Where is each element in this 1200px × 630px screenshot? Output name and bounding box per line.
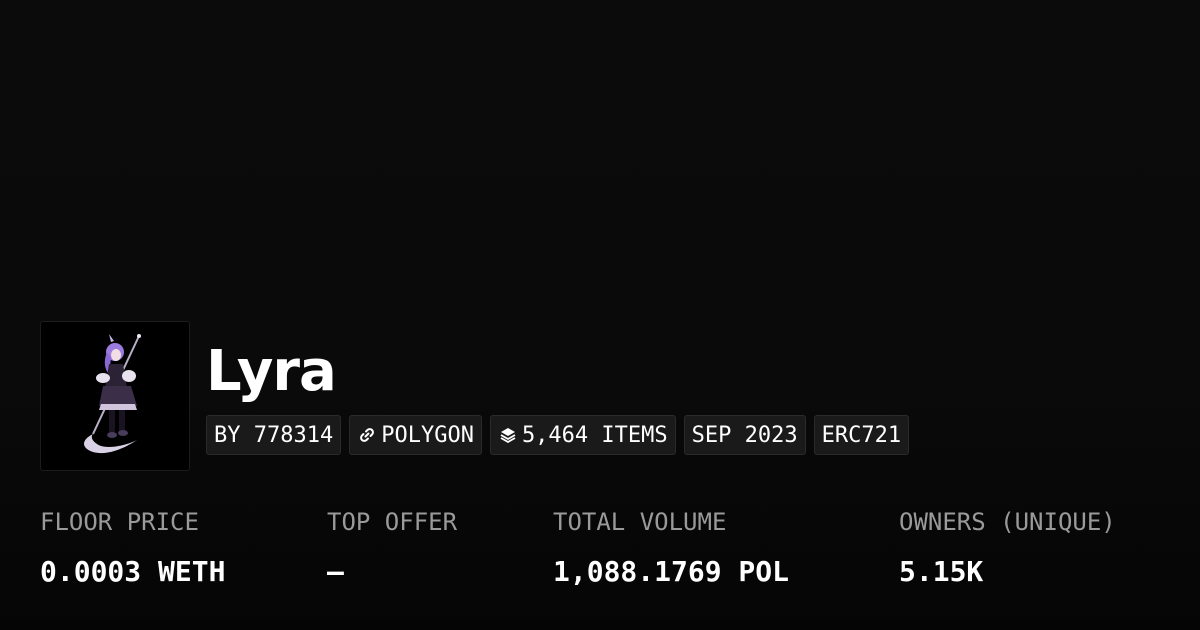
stat-label: FLOOR PRICE	[40, 508, 199, 536]
stat-value: 0.0003 WETH	[40, 555, 226, 588]
stat-label: TOP OFFER	[327, 508, 458, 536]
stat-top-offer: TOP OFFER —	[327, 505, 457, 591]
date-badge: SEP 2023	[683, 415, 806, 455]
stat-owners: OWNERS (UNIQUE) 5.15K	[899, 505, 1116, 591]
stat-floor-price: FLOOR PRICE 0.0003 WETH	[40, 505, 225, 591]
items-badge-label: 5,464 ITEMS	[521, 422, 668, 448]
layers-icon	[498, 425, 518, 445]
collection-title: Lyra	[206, 339, 337, 404]
stat-label: TOTAL VOLUME	[553, 508, 727, 536]
stat-value: —	[327, 555, 344, 588]
chain-badge[interactable]: POLYGON	[349, 415, 482, 455]
standard-badge-label: ERC721	[821, 422, 902, 448]
chain-badge-label: POLYGON	[381, 422, 474, 448]
collection-badges: BY 778314 POLYGON 5,464 ITEMS SEP 2023 E…	[206, 415, 910, 455]
stat-label: OWNERS (UNIQUE)	[899, 508, 1116, 536]
stat-value: 1,088.1769 POL	[553, 555, 790, 588]
creator-badge[interactable]: BY 778314	[206, 415, 342, 455]
items-badge[interactable]: 5,464 ITEMS	[489, 415, 676, 455]
stat-total-volume: TOTAL VOLUME 1,088.1769 POL	[553, 505, 789, 591]
stat-value: 5.15K	[899, 555, 984, 588]
anime-character-icon	[84, 334, 141, 454]
collection-stats: FLOOR PRICE 0.0003 WETH TOP OFFER — TOTA…	[40, 505, 1180, 605]
collection-avatar	[40, 321, 190, 471]
standard-badge: ERC721	[813, 415, 910, 455]
link-icon	[357, 425, 377, 445]
date-badge-label: SEP 2023	[691, 422, 798, 448]
creator-badge-label: BY 778314	[214, 422, 334, 448]
